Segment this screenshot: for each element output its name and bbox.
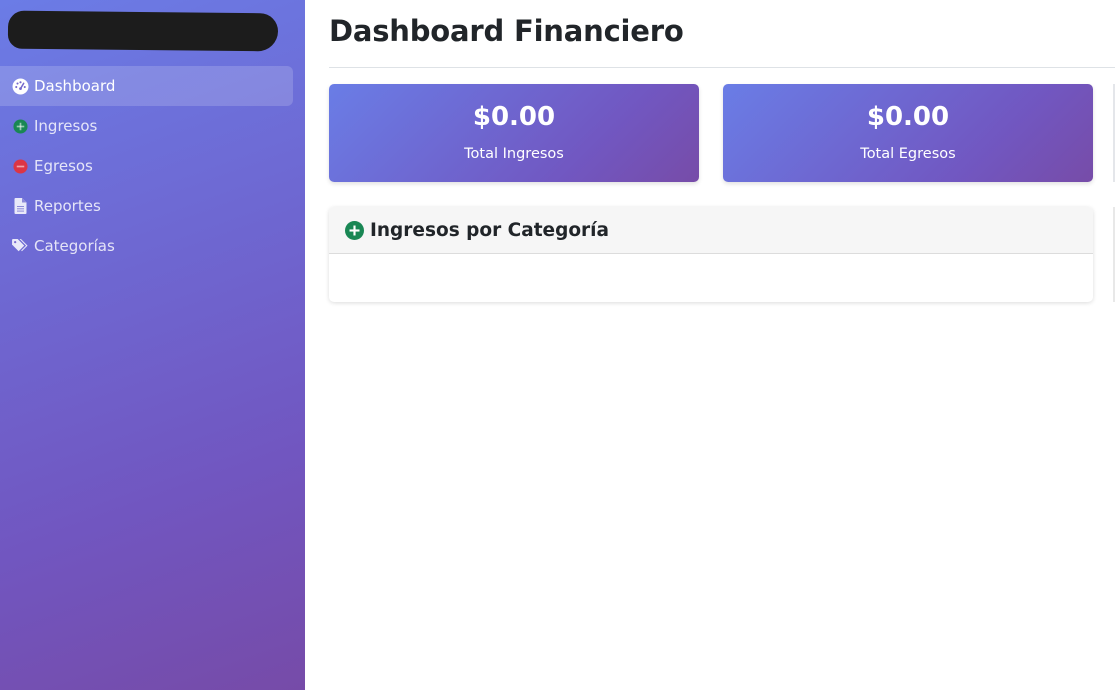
tachometer-icon <box>12 78 29 95</box>
ingresos-por-categoria-panel: Ingresos por Categoría <box>329 207 1093 302</box>
sidebar-item-label: Reportes <box>34 197 101 215</box>
tags-icon <box>12 238 29 255</box>
sidebar: Dashboard Ingresos Egresos Reportes Cate… <box>0 0 305 690</box>
plus-circle-icon <box>345 220 364 240</box>
total-ingresos-label: Total Ingresos <box>464 146 564 162</box>
page-title: Dashboard Financiero <box>329 14 684 48</box>
sidebar-item-label: Categorías <box>34 237 115 255</box>
sidebar-item-label: Dashboard <box>34 77 116 95</box>
sidebar-item-label: Egresos <box>34 157 93 175</box>
sidebar-item-ingresos[interactable]: Ingresos <box>0 106 293 146</box>
title-divider <box>329 67 1115 68</box>
plus-circle-icon <box>12 118 29 135</box>
sidebar-item-egresos[interactable]: Egresos <box>0 146 293 186</box>
file-icon <box>12 198 29 215</box>
sidebar-item-reportes[interactable]: Reportes <box>0 186 293 226</box>
redacted-brand-name <box>7 10 279 52</box>
brand-logo[interactable] <box>7 10 279 52</box>
sidebar-item-label: Ingresos <box>34 117 98 135</box>
sidebar-nav: Dashboard Ingresos Egresos Reportes Cate… <box>0 66 305 266</box>
total-ingresos-card: $0.00 Total Ingresos <box>329 84 699 182</box>
main-content: Dashboard Financiero $0.00 Total Ingreso… <box>305 0 1115 690</box>
app-root: Dashboard Ingresos Egresos Reportes Cate… <box>0 0 1115 690</box>
minus-circle-icon <box>12 158 29 175</box>
total-egresos-label: Total Egresos <box>860 146 956 162</box>
panel-title: Ingresos por Categoría <box>370 219 610 241</box>
total-ingresos-value: $0.00 <box>472 102 556 132</box>
panel-header: Ingresos por Categoría <box>329 207 1093 254</box>
sidebar-item-categorias[interactable]: Categorías <box>0 226 293 266</box>
total-egresos-card: $0.00 Total Egresos <box>723 84 1093 182</box>
sidebar-item-dashboard[interactable]: Dashboard <box>0 66 293 106</box>
total-egresos-value: $0.00 <box>866 102 950 132</box>
